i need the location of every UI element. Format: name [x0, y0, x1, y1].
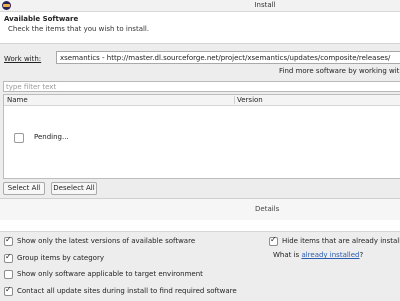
title-bar: Install [0, 0, 400, 12]
hide-installed-label: Hide items that are already installed [282, 237, 400, 245]
details-label: Details [255, 205, 280, 213]
details-section[interactable]: Details [0, 198, 400, 221]
group-by-category-label: Group items by category [17, 254, 104, 262]
applicable-only-checkbox[interactable] [4, 270, 13, 279]
column-header-version[interactable]: Version [237, 96, 263, 104]
contact-update-sites-checkbox[interactable] [4, 285, 13, 296]
page-title: Available Software [4, 15, 79, 23]
deselect-all-button[interactable]: Deselect All [51, 182, 97, 195]
select-all-button[interactable]: Select All [3, 182, 45, 195]
work-with-label: Work with: [4, 55, 42, 63]
hide-installed-checkbox[interactable] [269, 235, 278, 246]
details-area [0, 220, 400, 232]
contact-update-sites-label: Contact all update sites during install … [17, 287, 237, 295]
what-is-prefix: What is [273, 251, 302, 259]
work-with-combo[interactable]: xsemantics - http://master.dl.sourceforg… [56, 51, 400, 64]
show-latest-label: Show only the latest versions of availab… [17, 237, 196, 245]
row-name: Pending... [34, 133, 69, 141]
applicable-only-label: Show only software applicable to target … [17, 270, 203, 278]
row-checkbox[interactable] [14, 133, 24, 143]
already-installed-link[interactable]: already installed [301, 251, 359, 259]
page-description: Check the items that you wish to install… [8, 25, 150, 33]
what-is-installed-text: What is already installed? [273, 251, 363, 259]
show-latest-checkbox[interactable] [4, 235, 13, 246]
window-title: Install [254, 1, 276, 9]
software-table[interactable]: Name Version Pending... [3, 94, 400, 179]
column-header-name[interactable]: Name [7, 96, 28, 104]
find-more-software-link[interactable]: Find more software by working with the [279, 67, 400, 75]
wizard-header: Available Software Check the items that … [0, 12, 400, 44]
filter-input[interactable] [3, 81, 400, 92]
table-header: Name Version [4, 95, 400, 106]
what-is-suffix: ? [359, 251, 364, 259]
column-divider[interactable] [234, 96, 235, 104]
group-by-category-checkbox[interactable] [4, 252, 13, 263]
table-row[interactable]: Pending... [4, 132, 400, 144]
work-with-value: xsemantics - http://master.dl.sourceforg… [60, 54, 391, 62]
